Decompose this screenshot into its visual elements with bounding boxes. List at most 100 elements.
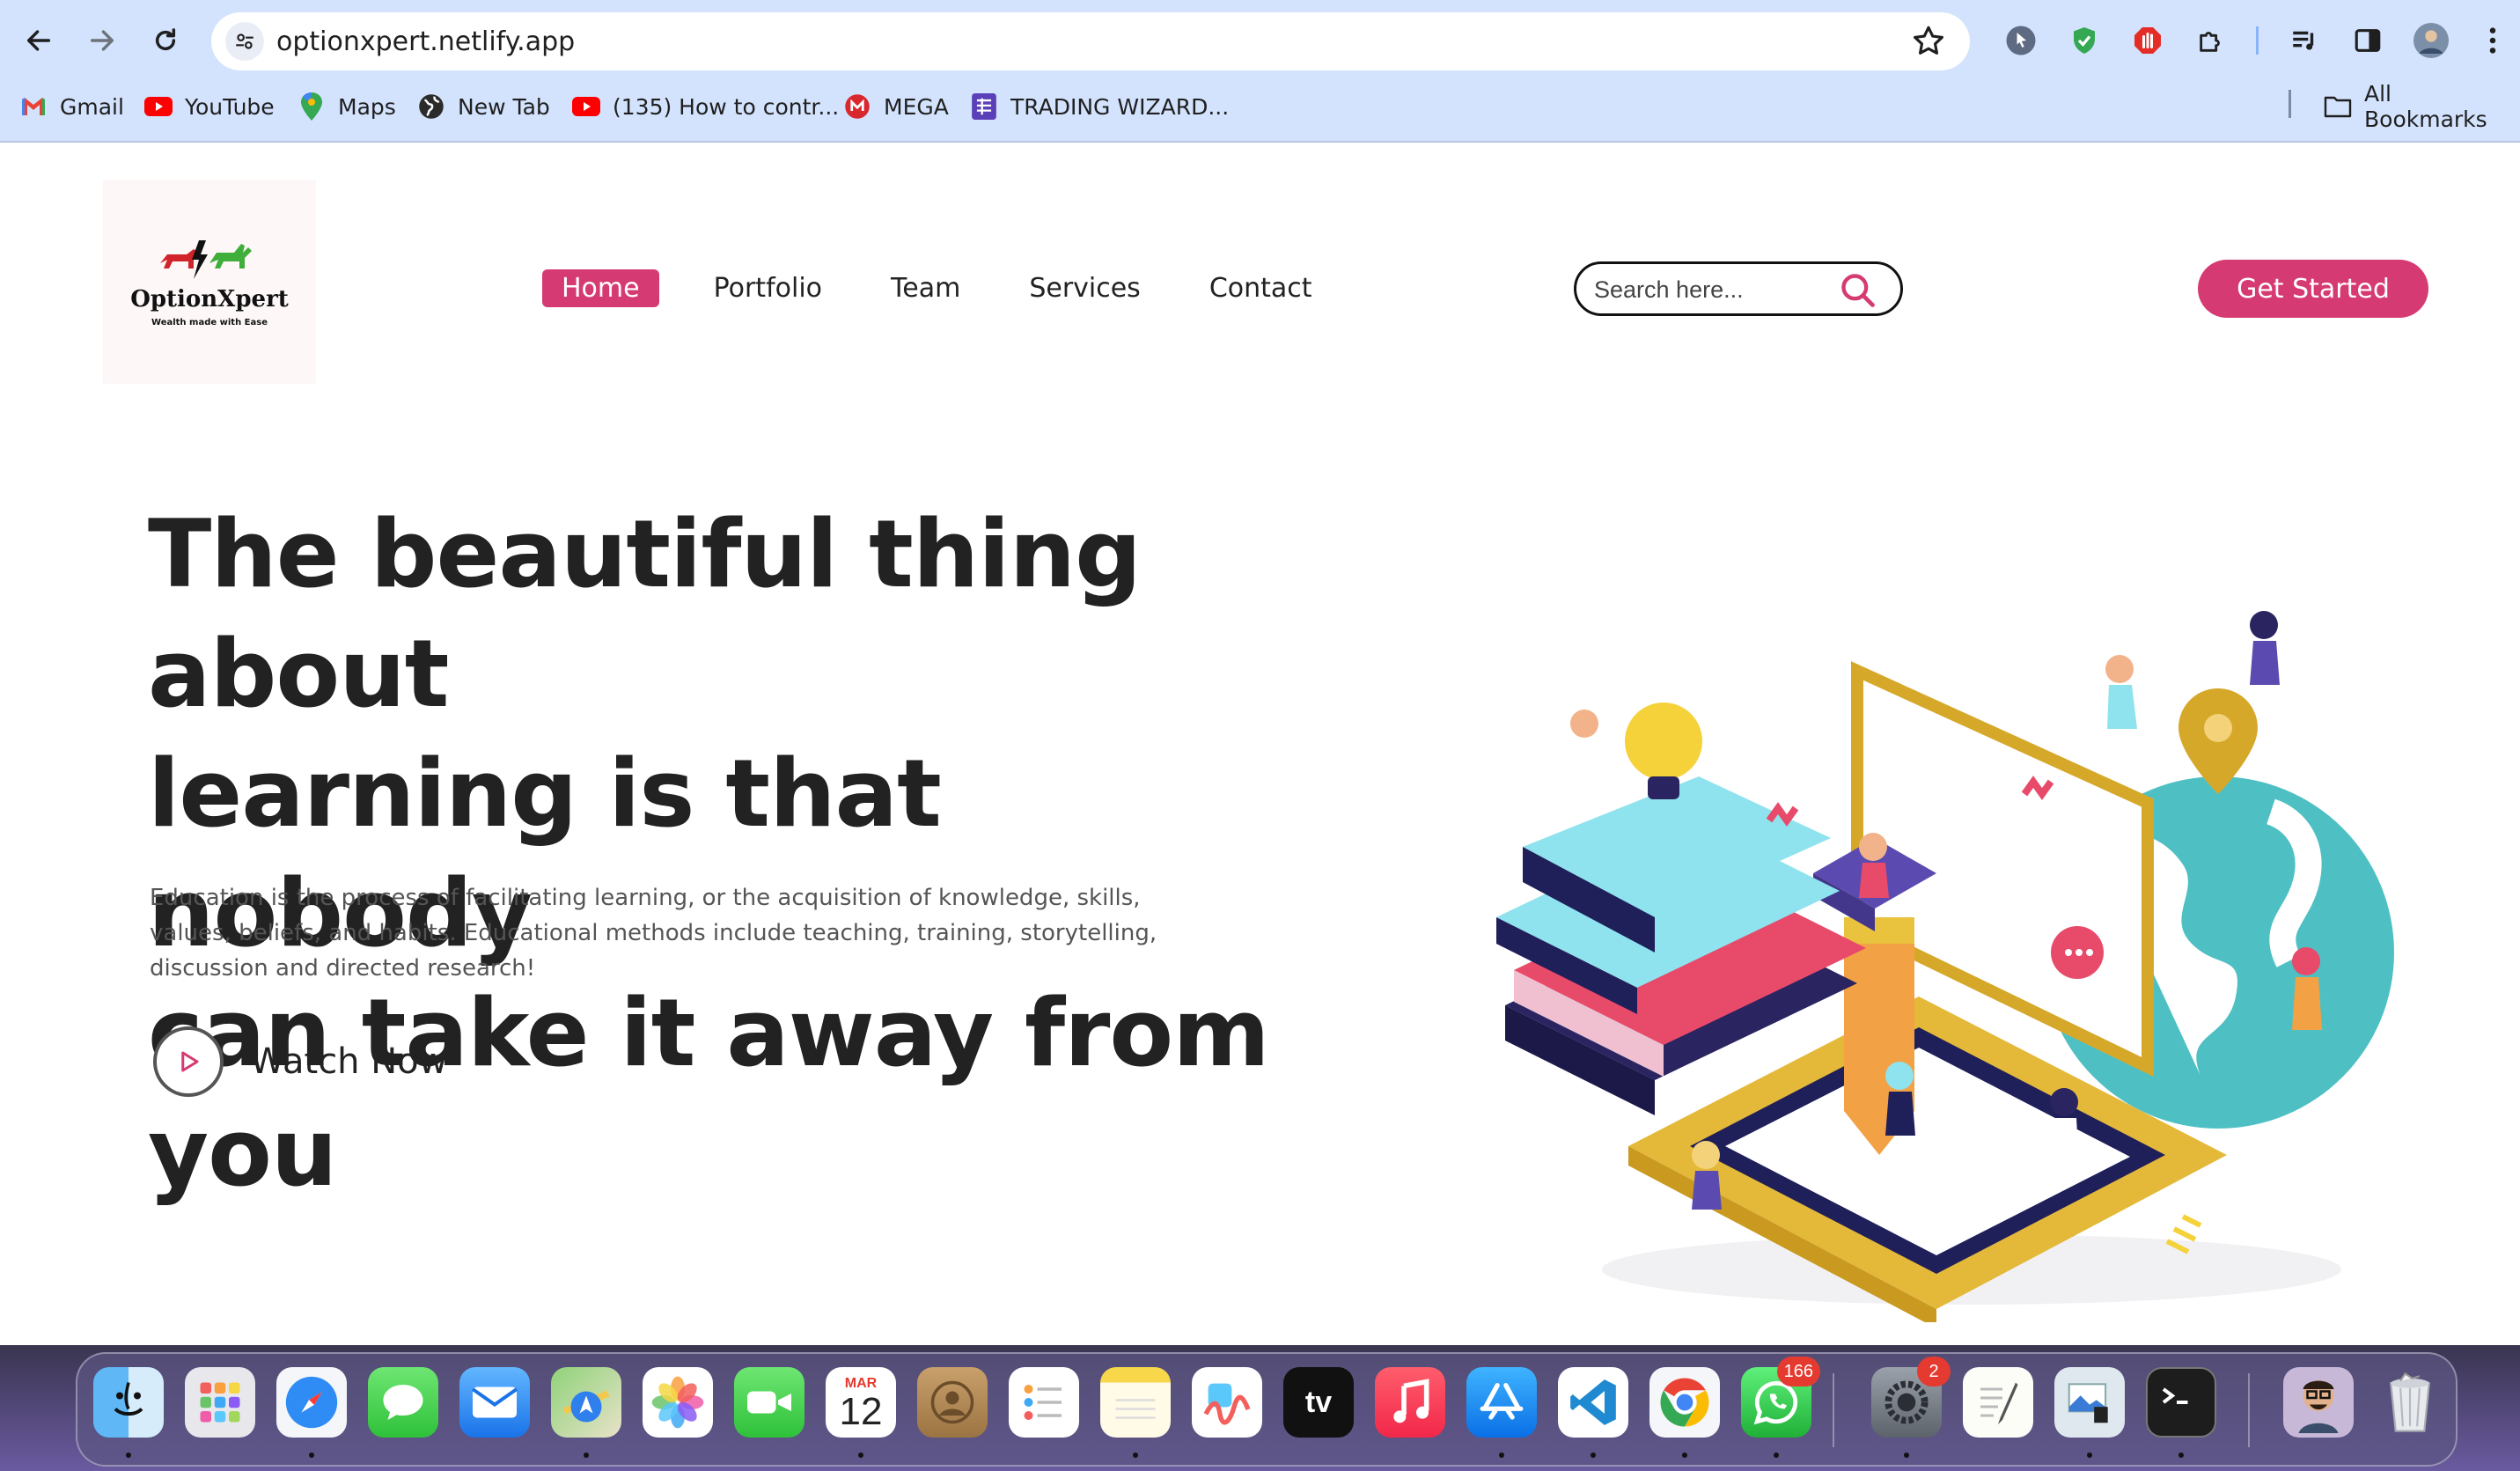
notification-badge: 2 — [1917, 1357, 1951, 1386]
bookmark-youtube[interactable]: YouTube — [144, 85, 275, 129]
bookmark-star-button[interactable] — [1910, 23, 1947, 60]
dock-vscode[interactable] — [1558, 1367, 1628, 1438]
site-info-button[interactable] — [225, 22, 264, 61]
dock-contacts[interactable] — [917, 1367, 988, 1438]
dock-freeform[interactable] — [1192, 1367, 1262, 1438]
contacts-person-icon — [930, 1380, 974, 1424]
extension-stop[interactable] — [2128, 21, 2167, 60]
dock-facetime[interactable] — [734, 1367, 804, 1438]
dock-chrome[interactable] — [1649, 1367, 1720, 1438]
watch-now-label: Watch Now — [250, 1041, 448, 1082]
nav-home[interactable]: Home — [542, 268, 659, 307]
dock-whatsapp[interactable]: 166 — [1741, 1357, 1820, 1438]
globe-icon — [417, 92, 445, 121]
dock-messages[interactable] — [368, 1367, 438, 1438]
play-button[interactable] — [153, 1026, 224, 1097]
play-icon — [181, 1051, 199, 1072]
watch-now-button[interactable]: Watch Now — [153, 1026, 447, 1097]
map-pin-graphic — [2178, 688, 2258, 794]
bookmark-youtube-video[interactable]: (135) How to contr... — [572, 85, 839, 129]
dock-apple-tv[interactable]: tv — [1283, 1367, 1354, 1438]
avatar-icon — [2413, 23, 2449, 58]
reload-button[interactable] — [144, 19, 187, 62]
dock-launchpad[interactable] — [185, 1367, 255, 1438]
nav-portfolio[interactable]: Portfolio — [714, 269, 822, 307]
dock-app-store[interactable] — [1466, 1367, 1537, 1438]
bookmark-gmail[interactable]: Gmail — [19, 85, 124, 129]
running-indicator — [1591, 1453, 1596, 1458]
tv-label: tv — [1304, 1385, 1333, 1419]
dock-finder[interactable] — [93, 1367, 164, 1438]
extension-cursor[interactable] — [2002, 21, 2040, 60]
video-camera-icon — [747, 1391, 791, 1414]
nav-team[interactable]: Team — [891, 269, 960, 307]
running-indicator — [2178, 1453, 2184, 1458]
running-indicator — [126, 1453, 131, 1458]
bookmark-maps[interactable]: Maps — [298, 85, 396, 129]
trash-icon — [2390, 1372, 2430, 1432]
dock-photos[interactable] — [643, 1367, 713, 1438]
calendar-day: 12 — [839, 1390, 883, 1433]
all-bookmarks-button[interactable]: All Bookmarks — [2324, 81, 2520, 132]
bookmarks-separator — [2289, 90, 2291, 118]
extensions-button[interactable] — [2192, 21, 2230, 60]
star-icon — [1914, 26, 1943, 55]
running-indicator — [1133, 1453, 1138, 1458]
nav-contact[interactable]: Contact — [1209, 269, 1312, 307]
hero-illustration — [1496, 611, 2394, 1322]
profile-avatar[interactable] — [2412, 21, 2450, 60]
maps-icon — [298, 92, 326, 121]
dock-notes[interactable] — [1100, 1367, 1171, 1438]
dock-maps[interactable] — [551, 1367, 621, 1438]
search-input[interactable] — [1594, 275, 1840, 305]
dock-downloads-stack[interactable] — [2283, 1367, 2354, 1438]
dock-system-settings[interactable]: 2 — [1871, 1357, 1951, 1438]
running-indicator — [2087, 1453, 2092, 1458]
nav-services[interactable]: Services — [1029, 269, 1141, 307]
forward-button[interactable] — [81, 19, 123, 62]
dock-mail[interactable] — [459, 1367, 530, 1438]
terminal-prompt-icon — [2162, 1387, 2188, 1404]
preview-photos-icon — [2068, 1383, 2108, 1423]
dock-safari[interactable] — [276, 1367, 347, 1438]
menu-button[interactable] — [2473, 21, 2512, 60]
youtube-icon — [572, 92, 600, 121]
running-indicator — [584, 1453, 589, 1458]
url-text[interactable]: optionxpert.netlify.app — [276, 26, 575, 57]
bull-bear-logo-icon — [160, 239, 252, 279]
hand-stop-icon — [2134, 27, 2161, 54]
media-control-button[interactable] — [2285, 21, 2324, 60]
dock-preview[interactable] — [2054, 1367, 2125, 1438]
pen-paper-icon — [1980, 1382, 2018, 1424]
side-panel-icon — [2355, 29, 2381, 52]
search-icon[interactable] — [1839, 271, 1877, 310]
running-indicator — [1682, 1453, 1687, 1458]
bookmark-trading-wizard[interactable]: TRADING WIZARD... — [970, 85, 1229, 129]
back-button[interactable] — [18, 19, 60, 62]
launchpad-icon — [200, 1382, 240, 1423]
running-indicator — [309, 1453, 314, 1458]
freeform-squiggle-icon — [1203, 1383, 1251, 1425]
address-bar[interactable]: optionxpert.netlify.app — [211, 12, 1970, 70]
site-logo[interactable]: OptionXpert Wealth made with Ease — [103, 180, 316, 384]
get-started-button[interactable]: Get Started — [2198, 260, 2428, 318]
extension-shield[interactable] — [2065, 21, 2104, 60]
bookmark-new-tab[interactable]: New Tab — [417, 85, 550, 129]
chrome-icon — [1660, 1378, 1709, 1427]
youtube-icon — [144, 92, 173, 121]
dock-trash[interactable] — [2375, 1367, 2445, 1438]
dock-reminders[interactable] — [1009, 1367, 1079, 1438]
more-vert-icon — [2489, 27, 2496, 54]
dock-calendar[interactable]: MAR 12 — [826, 1367, 896, 1438]
photos-flower-icon — [651, 1376, 704, 1429]
bookmark-mega[interactable]: MEGA — [843, 85, 949, 129]
macos-dock: MAR 12 tv 166 2 — [76, 1352, 2458, 1467]
side-panel-button[interactable] — [2348, 21, 2387, 60]
hero-description: Education is the process of facilitating… — [150, 885, 1157, 982]
safari-compass-icon — [285, 1376, 338, 1429]
checklist-icon — [1024, 1385, 1062, 1420]
dock-terminal[interactable] — [2146, 1367, 2216, 1438]
dock-textedit[interactable] — [1963, 1367, 2033, 1438]
dock-music[interactable] — [1375, 1367, 1445, 1438]
cursor-extension-icon — [2006, 26, 2036, 55]
